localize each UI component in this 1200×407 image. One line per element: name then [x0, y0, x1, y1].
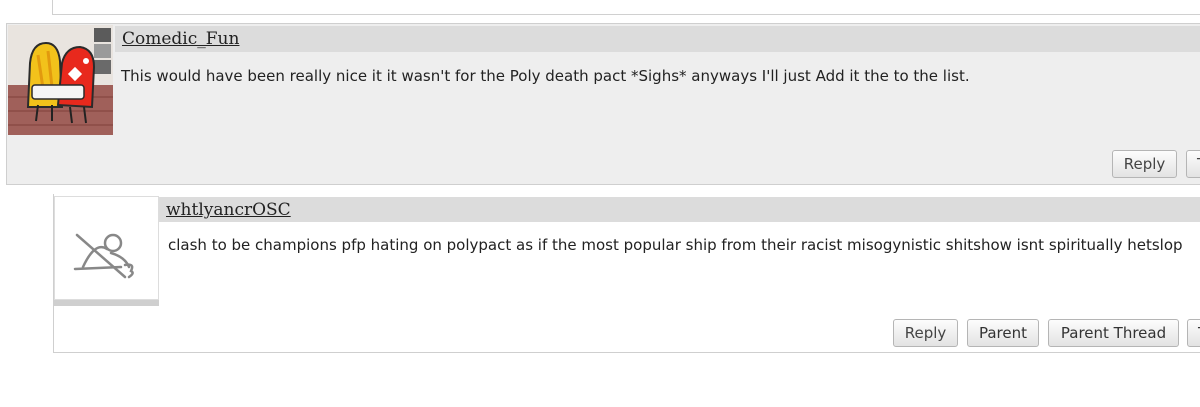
comment-thread-page: Comedic_Fun This would have been really … — [0, 0, 1200, 407]
thread-button-cutoff[interactable]: T — [1187, 319, 1200, 347]
username-link[interactable]: Comedic_Fun — [122, 29, 239, 49]
comment-body: clash to be champions pfp hating on poly… — [168, 236, 1183, 254]
user-avatar[interactable] — [54, 196, 159, 300]
parent-thread-button[interactable]: Parent Thread — [1048, 319, 1179, 347]
cartoon-characters-avatar-icon — [8, 25, 113, 135]
comment-reply: whtlyancrOSC clash to be champions pfp h… — [53, 194, 1200, 353]
parent-button[interactable]: Parent — [967, 319, 1039, 347]
avatar-divider — [54, 300, 159, 306]
comment: Comedic_Fun This would have been really … — [6, 23, 1200, 185]
comment-body: This would have been really nice it it w… — [121, 67, 970, 85]
user-avatar[interactable] — [8, 25, 113, 135]
thread-button-cutoff[interactable]: T — [1186, 150, 1200, 178]
reply-button[interactable]: Reply — [1112, 150, 1177, 178]
username-bar: whtlyancrOSC — [159, 197, 1200, 222]
username-bar: Comedic_Fun — [115, 26, 1200, 52]
crossed-out-sketch-avatar-icon — [55, 197, 158, 299]
username-link[interactable]: whtlyancrOSC — [166, 200, 291, 220]
reply-button[interactable]: Reply — [893, 319, 958, 347]
previous-comment-fragment — [52, 0, 1200, 15]
